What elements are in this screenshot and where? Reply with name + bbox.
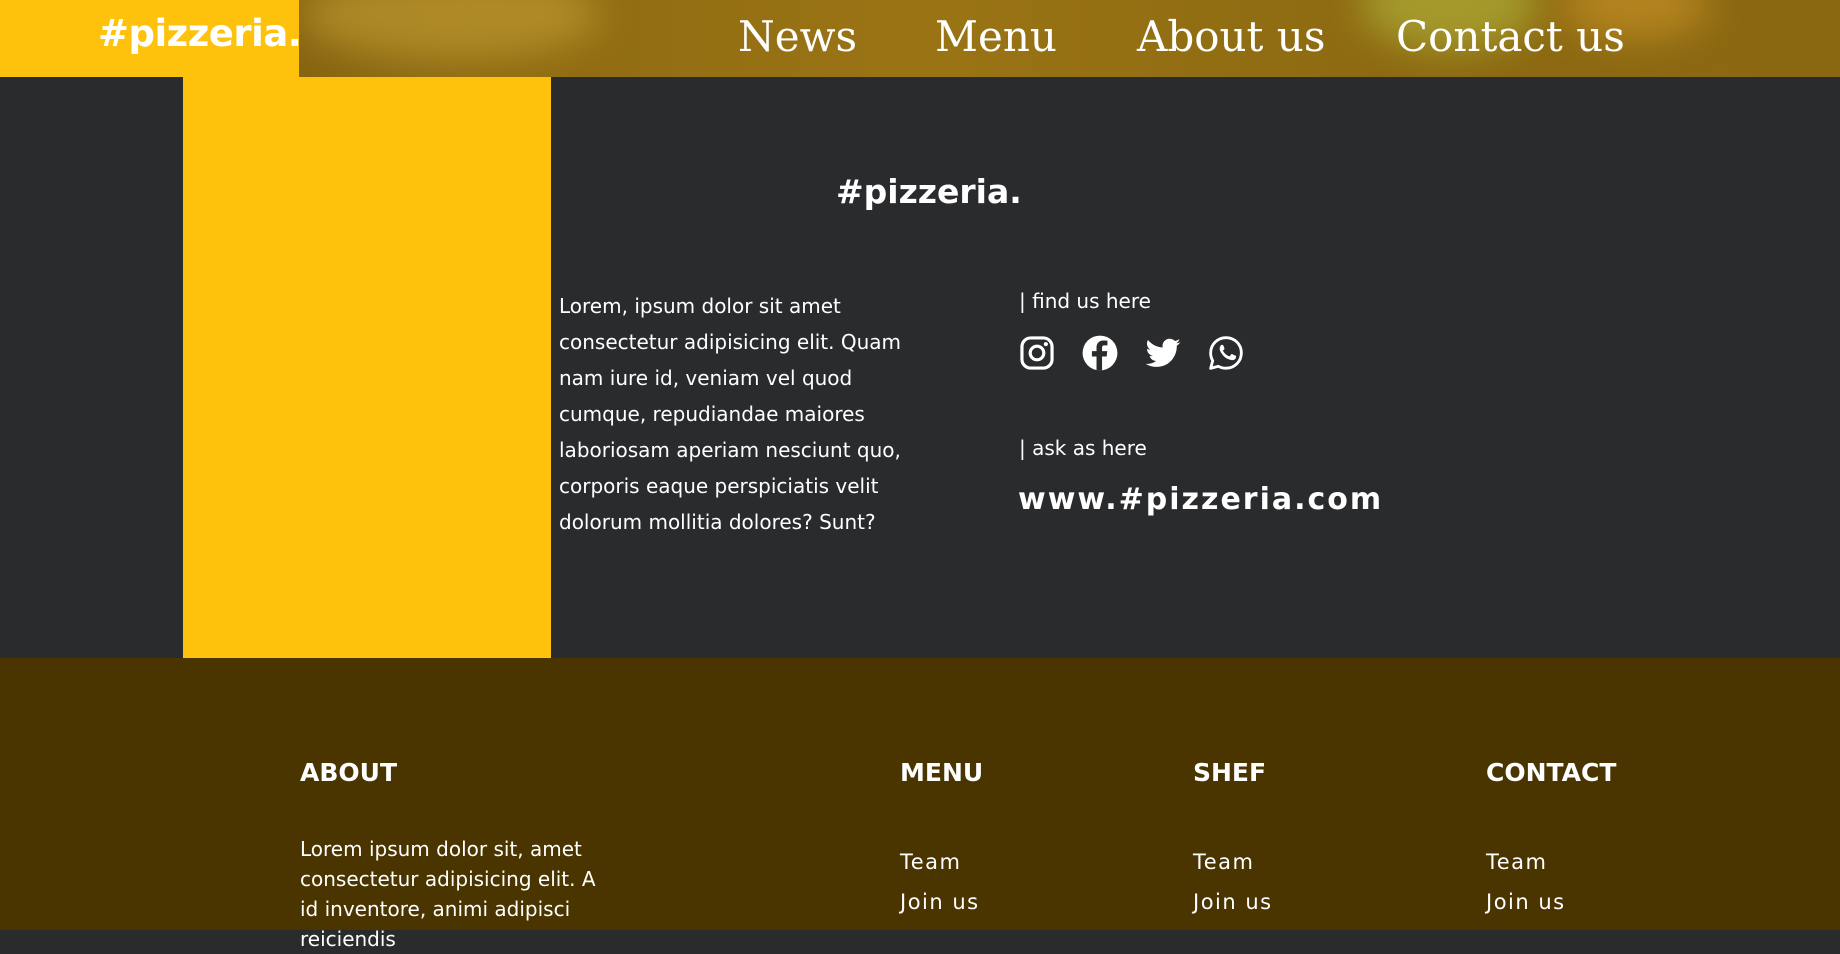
main-description: Lorem, ipsum dolor sit amet consectetur … [559, 294, 902, 534]
footer-shef-heading: SHEF [1193, 758, 1267, 787]
footer-menu-link-team[interactable]: Team [900, 850, 962, 874]
footer-menu-link-join-us[interactable]: Join us [900, 890, 980, 914]
footer-about-text: Lorem ipsum dolor sit, amet consectetur … [300, 837, 596, 951]
instagram-icon[interactable] [1018, 334, 1056, 372]
footer-contact-link-join-us[interactable]: Join us [1486, 890, 1566, 914]
yellow-accent-column [183, 77, 551, 658]
whatsapp-icon[interactable] [1207, 334, 1245, 372]
website-url-link[interactable]: www.#pizzeria.com [1018, 482, 1383, 517]
footer: ABOUT Lorem ipsum dolor sit, amet consec… [0, 658, 1840, 951]
footer-shef-link-join-us[interactable]: Join us [1193, 890, 1273, 914]
footer-contact-heading: CONTACT [1486, 758, 1617, 787]
ask-us-label: | ask as here [1019, 436, 1147, 460]
nav-about-us[interactable]: About us [1137, 12, 1325, 61]
find-us-label: | find us here [1019, 289, 1151, 313]
main-brand-title: #pizzeria. [836, 172, 1022, 211]
footer-about-heading: ABOUT [300, 758, 398, 787]
top-header: #pizzeria. News Menu About us Contact us [0, 0, 1840, 77]
footer-contact-link-team[interactable]: Team [1486, 850, 1548, 874]
header-bg-blob [300, 0, 600, 60]
footer-shef-link-team[interactable]: Team [1193, 850, 1255, 874]
facebook-icon[interactable] [1081, 334, 1119, 372]
nav-menu[interactable]: Menu [935, 12, 1057, 61]
nav-news[interactable]: News [738, 12, 857, 61]
footer-menu-heading: MENU [900, 758, 984, 787]
nav-contact-us[interactable]: Contact us [1396, 12, 1625, 61]
brand-box: #pizzeria. [0, 0, 302, 77]
social-icons [1018, 334, 1245, 372]
twitter-icon[interactable] [1144, 334, 1182, 372]
header-brand-logo[interactable]: #pizzeria. [98, 12, 302, 55]
